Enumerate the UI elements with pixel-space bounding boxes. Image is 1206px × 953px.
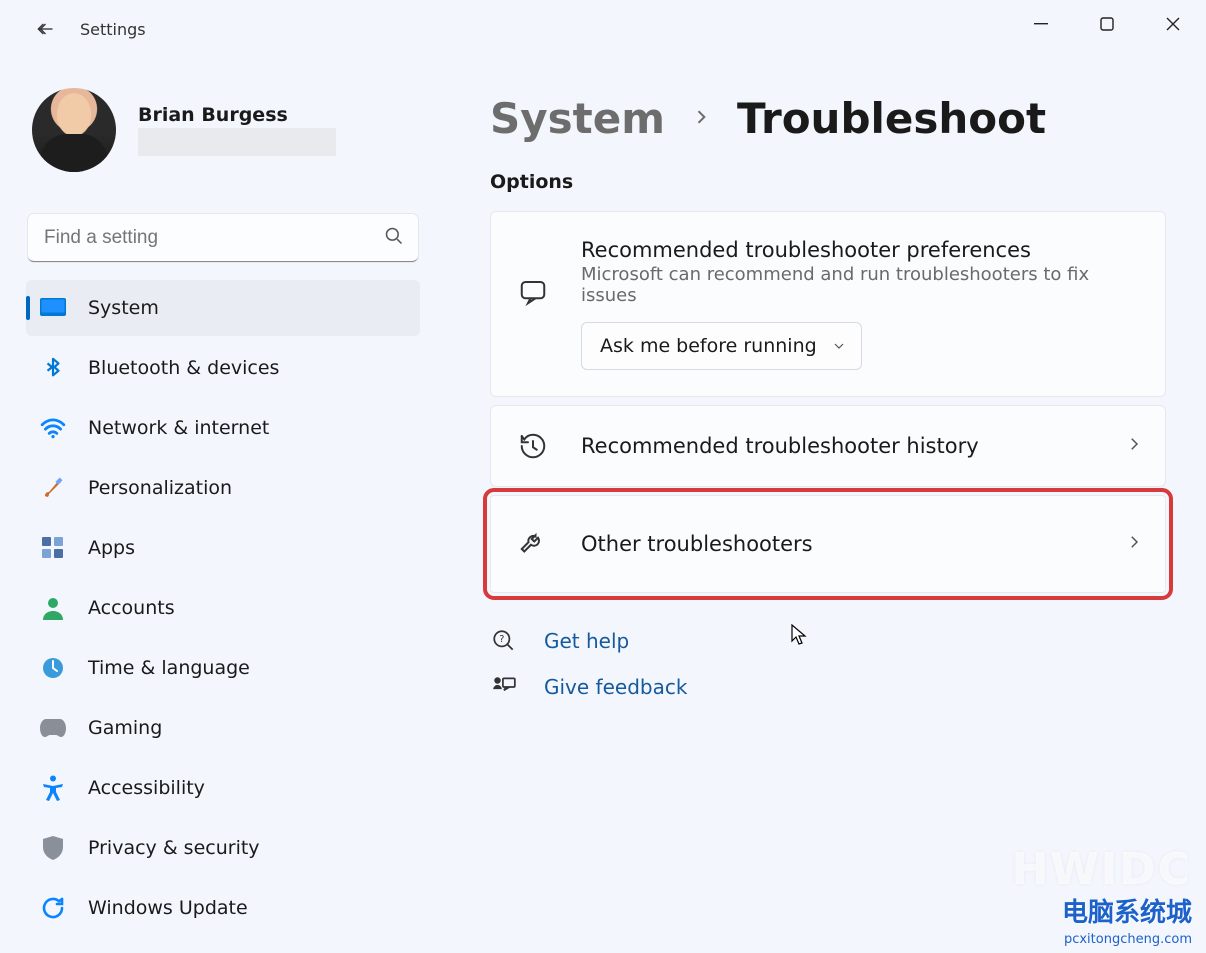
sidebar-item-label: Privacy & security <box>88 837 260 859</box>
sidebar-item-label: Personalization <box>88 477 232 499</box>
sidebar-item-gaming[interactable]: Gaming <box>26 700 420 756</box>
give-feedback-link[interactable]: Give feedback <box>490 673 1166 701</box>
nav: System Bluetooth & devices Network & int… <box>26 280 420 936</box>
wifi-icon <box>40 415 66 441</box>
sidebar-item-label: Gaming <box>88 717 162 739</box>
card-other-troubleshooters[interactable]: Other troubleshooters <box>490 495 1166 593</box>
search-input[interactable] <box>28 214 418 262</box>
sidebar-item-label: Network & internet <box>88 417 269 439</box>
back-button[interactable] <box>28 13 60 45</box>
chevron-right-icon <box>1125 533 1143 555</box>
chevron-right-icon <box>691 103 711 135</box>
sidebar-item-label: Time & language <box>88 657 250 679</box>
history-icon <box>513 426 553 466</box>
feedback-icon <box>490 673 518 701</box>
breadcrumb: System Troubleshoot <box>490 94 1166 143</box>
breadcrumb-leaf: Troubleshoot <box>737 94 1046 143</box>
minimize-icon <box>1034 17 1048 31</box>
wrench-icon <box>513 524 553 564</box>
accessibility-icon <box>40 775 66 801</box>
sidebar-item-label: Bluetooth & devices <box>88 357 279 379</box>
link-text: Get help <box>544 629 629 653</box>
main-content: System Troubleshoot Options Recommended … <box>440 58 1206 953</box>
display-icon <box>40 295 66 321</box>
bluetooth-icon <box>40 355 66 381</box>
sidebar-item-label: Accounts <box>88 597 175 619</box>
search-container <box>28 214 418 262</box>
svg-text:?: ? <box>499 634 504 645</box>
link-text: Give feedback <box>544 675 687 699</box>
card-subtitle: Microsoft can recommend and run troubles… <box>581 264 1143 306</box>
user-email-redacted <box>138 128 336 156</box>
window-controls <box>1008 0 1206 48</box>
watermark-line3: pcxitongcheng.com <box>1064 932 1192 947</box>
sidebar-item-accessibility[interactable]: Accessibility <box>26 760 420 816</box>
sidebar-item-accounts[interactable]: Accounts <box>26 580 420 636</box>
card-troubleshooter-preferences: Recommended troubleshooter preferences M… <box>490 211 1166 397</box>
help-icon: ? <box>490 627 518 655</box>
close-icon <box>1166 17 1180 31</box>
minimize-button[interactable] <box>1008 0 1074 48</box>
card-title: Other troubleshooters <box>581 532 1097 556</box>
sidebar-item-apps[interactable]: Apps <box>26 520 420 576</box>
watermark-line1: HWIDC <box>1011 844 1192 895</box>
app-title: Settings <box>80 20 146 39</box>
gamepad-icon <box>40 715 66 741</box>
user-header[interactable]: Brian Burgess <box>26 58 420 190</box>
user-display-name: Brian Burgess <box>138 104 336 126</box>
person-icon <box>40 595 66 621</box>
clock-globe-icon <box>40 655 66 681</box>
apps-icon <box>40 535 66 561</box>
section-label: Options <box>490 171 1166 193</box>
sidebar-item-time[interactable]: Time & language <box>26 640 420 696</box>
card-title: Recommended troubleshooter preferences <box>581 238 1143 262</box>
watermark-line2: 电脑系统城 <box>1062 892 1192 929</box>
chat-icon <box>513 272 553 312</box>
card-troubleshooter-history[interactable]: Recommended troubleshooter history <box>490 405 1166 487</box>
paintbrush-icon <box>40 475 66 501</box>
help-links: ? Get help Give feedback <box>490 627 1166 701</box>
sidebar-item-network[interactable]: Network & internet <box>26 400 420 456</box>
select-value: Ask me before running <box>600 335 817 357</box>
sidebar-item-label: Accessibility <box>88 777 205 799</box>
shield-icon <box>40 835 66 861</box>
sidebar-item-privacy[interactable]: Privacy & security <box>26 820 420 876</box>
search-icon <box>384 226 404 250</box>
avatar <box>32 88 116 172</box>
sidebar-item-update[interactable]: Windows Update <box>26 880 420 936</box>
sidebar-item-personalization[interactable]: Personalization <box>26 460 420 516</box>
chevron-down-icon <box>831 338 847 354</box>
get-help-link[interactable]: ? Get help <box>490 627 1166 655</box>
maximize-button[interactable] <box>1074 0 1140 48</box>
breadcrumb-root[interactable]: System <box>490 94 665 143</box>
sidebar-item-label: System <box>88 297 159 319</box>
chevron-right-icon <box>1125 435 1143 457</box>
sidebar-item-system[interactable]: System <box>26 280 420 336</box>
card-title: Recommended troubleshooter history <box>581 434 1097 458</box>
sidebar-item-bluetooth[interactable]: Bluetooth & devices <box>26 340 420 396</box>
close-button[interactable] <box>1140 0 1206 48</box>
preference-select[interactable]: Ask me before running <box>581 322 862 370</box>
sidebar: Brian Burgess System Bluetooth & devices… <box>0 58 440 953</box>
maximize-icon <box>1100 17 1114 31</box>
sidebar-item-label: Windows Update <box>88 897 248 919</box>
sidebar-item-label: Apps <box>88 537 135 559</box>
update-icon <box>40 895 66 921</box>
